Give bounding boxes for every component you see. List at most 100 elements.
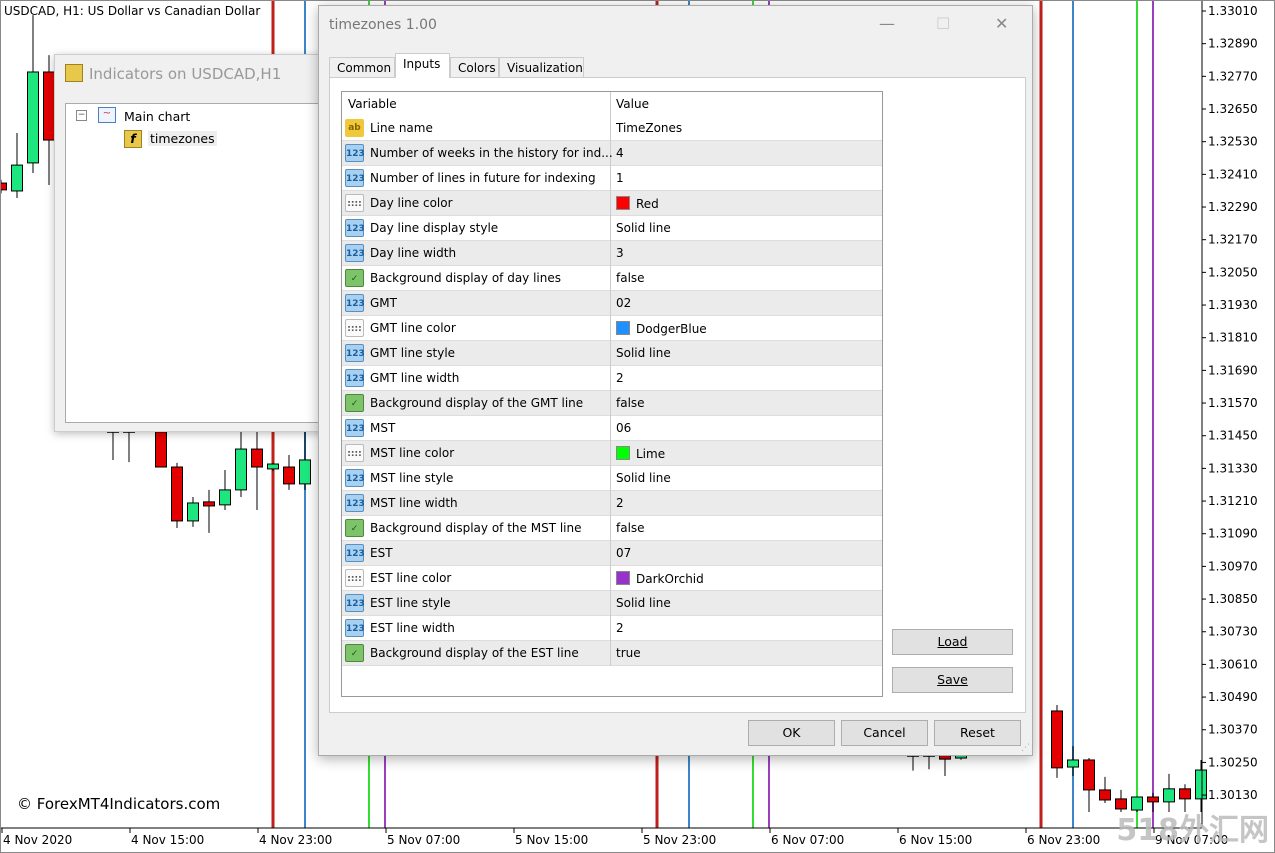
value-text: true <box>616 646 641 660</box>
num-type-icon: 123 <box>345 469 365 487</box>
value-cell[interactable]: 4 <box>616 146 624 160</box>
num-type-icon: 123 <box>345 144 365 162</box>
column-variable[interactable]: Variable <box>348 97 397 111</box>
variable-cell: 123 EST <box>342 541 611 566</box>
value-cell[interactable]: 2 <box>616 371 624 385</box>
time-label: 6 Nov 07:00 <box>771 833 844 847</box>
value-cell[interactable]: Solid line <box>616 596 671 610</box>
table-row[interactable]: ✓ Background display of the MST line false <box>342 516 882 541</box>
value-cell[interactable]: 2 <box>616 621 624 635</box>
inputs-table: Variable Value ab Line name TimeZones 123 Nu… <box>341 91 883 697</box>
minimize-icon[interactable]: — <box>879 14 895 33</box>
table-row[interactable]: ✓ Background display of day lines false <box>342 266 882 291</box>
column-value[interactable]: Value <box>616 97 649 111</box>
value-cell[interactable]: 2 <box>616 496 624 510</box>
table-row[interactable]: 123 GMT line width 2 <box>342 366 882 391</box>
variable-name: MST line style <box>370 471 454 485</box>
candle <box>187 496 199 527</box>
table-row[interactable]: :::: GMT line color DodgerBlue <box>342 316 882 341</box>
load-button[interactable]: Load <box>892 629 1013 655</box>
value-cell[interactable]: Red <box>616 196 659 211</box>
str-type-icon: ab <box>345 119 364 137</box>
table-row[interactable]: 123 GMT 02 <box>342 291 882 316</box>
candle-body <box>299 459 311 485</box>
indicators-icon <box>65 64 83 82</box>
variable-name: MST <box>370 421 396 435</box>
candle <box>11 132 23 199</box>
value-cell[interactable]: true <box>616 646 641 660</box>
save-button[interactable]: Save <box>892 667 1013 693</box>
price-label: 1.30850 <box>1208 592 1258 606</box>
tree-item-timezones[interactable]: timezones <box>148 131 217 146</box>
reset-button[interactable]: Reset <box>934 720 1021 746</box>
value-cell[interactable]: false <box>616 271 645 285</box>
candle <box>1051 704 1063 778</box>
table-row[interactable]: 123 MST 06 <box>342 416 882 441</box>
table-row[interactable]: 123 GMT line style Solid line <box>342 341 882 366</box>
color-swatch <box>616 196 630 210</box>
tab-inputs[interactable]: Inputs <box>395 53 450 78</box>
variable-cell: 123 GMT <box>342 291 611 316</box>
tree-item-main-chart[interactable]: Main chart <box>124 109 190 124</box>
table-row[interactable]: 123 Number of lines in future for indexin… <box>342 166 882 191</box>
table-row[interactable]: 123 MST line style Solid line <box>342 466 882 491</box>
variable-name: MST line color <box>370 446 455 460</box>
value-cell[interactable]: 07 <box>616 546 631 560</box>
candle-body <box>1099 789 1111 801</box>
variable-cell: 123 MST <box>342 416 611 441</box>
value-cell[interactable]: TimeZones <box>616 121 682 135</box>
value-cell[interactable]: Solid line <box>616 471 671 485</box>
table-row[interactable]: 123 MST line width 2 <box>342 491 882 516</box>
value-cell[interactable]: 3 <box>616 246 624 260</box>
candle <box>27 15 39 173</box>
variable-name: Day line display style <box>370 221 499 235</box>
table-row[interactable]: ✓ Background display of the EST line true <box>342 641 882 666</box>
num-type-icon: 123 <box>345 544 365 562</box>
copyright-text: © ForexMT4Indicators.com <box>17 795 221 813</box>
table-row[interactable]: :::: Day line color Red <box>342 191 882 216</box>
tab-colors[interactable]: Colors <box>450 57 499 78</box>
price-label: 1.30490 <box>1208 690 1258 704</box>
value-cell[interactable]: 02 <box>616 296 631 310</box>
price-label: 1.32650 <box>1208 102 1258 116</box>
variable-cell: ab Line name <box>342 116 611 141</box>
table-row[interactable]: 123 EST 07 <box>342 541 882 566</box>
time-label: 6 Nov 15:00 <box>899 833 972 847</box>
table-row[interactable]: :::: EST line color DarkOrchid <box>342 566 882 591</box>
close-icon[interactable]: ✕ <box>995 14 1008 33</box>
value-cell[interactable]: 06 <box>616 421 631 435</box>
candle-body <box>283 466 295 485</box>
table-row[interactable]: 123 Day line display style Solid line <box>342 216 882 241</box>
cancel-button[interactable]: Cancel <box>841 720 928 746</box>
value-text: Solid line <box>616 221 671 235</box>
table-row[interactable]: 123 EST line width 2 <box>342 616 882 641</box>
table-row[interactable]: 123 EST line style Solid line <box>342 591 882 616</box>
variable-cell: :::: Day line color <box>342 191 611 216</box>
tab-common[interactable]: Common <box>329 57 395 78</box>
maximize-icon[interactable]: ☐ <box>936 14 950 33</box>
collapse-icon[interactable]: − <box>76 110 87 121</box>
table-row[interactable]: ab Line name TimeZones <box>342 116 882 141</box>
value-cell[interactable]: 1 <box>616 171 624 185</box>
ok-button[interactable]: OK <box>748 720 835 746</box>
value-cell[interactable]: DarkOrchid <box>616 571 704 586</box>
value-cell[interactable]: Solid line <box>616 221 671 235</box>
value-cell[interactable]: DodgerBlue <box>616 321 707 336</box>
value-cell[interactable]: Solid line <box>616 346 671 360</box>
resize-grip-icon[interactable]: ⋰ <box>1021 743 1030 753</box>
price-label: 1.32410 <box>1208 167 1258 181</box>
table-row[interactable]: 123 Number of weeks in the history for in… <box>342 141 882 166</box>
variable-name: GMT line color <box>370 321 456 335</box>
table-row[interactable]: ✓ Background display of the GMT line false <box>342 391 882 416</box>
table-row[interactable]: 123 Day line width 3 <box>342 241 882 266</box>
value-cell[interactable]: false <box>616 521 645 535</box>
table-row[interactable]: :::: MST line color Lime <box>342 441 882 466</box>
bool-type-icon: ✓ <box>345 644 364 662</box>
variable-cell: 123 GMT line style <box>342 341 611 366</box>
indicators-window-title: Indicators on USDCAD,H1 <box>89 65 282 83</box>
candle-body <box>235 448 247 491</box>
value-cell[interactable]: Lime <box>616 446 665 461</box>
tab-visualization[interactable]: Visualization <box>499 57 584 78</box>
variable-name: Background display of the GMT line <box>370 396 584 410</box>
value-cell[interactable]: false <box>616 396 645 410</box>
